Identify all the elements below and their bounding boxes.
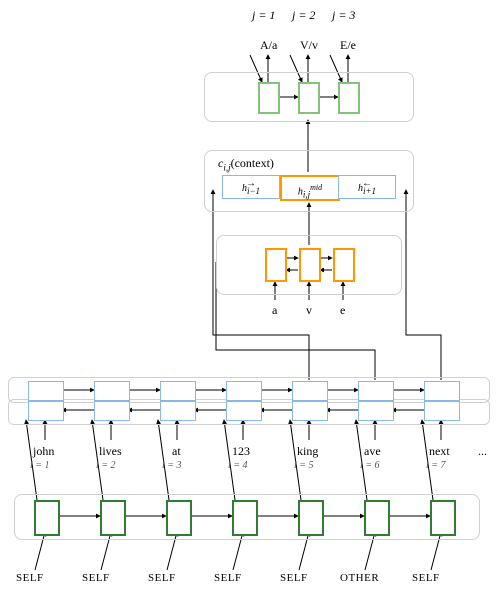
tag-6: OTHER [340, 572, 379, 584]
char-cell-2 [299, 248, 321, 282]
char-input-2: v [306, 303, 312, 318]
bilstm-bw-1 [28, 401, 64, 421]
bilstm-fw-7 [424, 381, 460, 401]
bilstm-bw-3 [160, 401, 196, 421]
decoder-cell-3 [338, 82, 360, 114]
tag-5: SELF [280, 572, 308, 584]
char-input-1: a [272, 303, 277, 318]
output-label-1: A/a [260, 38, 277, 53]
char-input-3: e [340, 303, 345, 318]
output-label-3: E/e [340, 38, 356, 53]
context-mid-cell: hi,jmid [280, 175, 340, 201]
bilstm-fw-5 [292, 381, 328, 401]
bilstm-fw-1 [28, 381, 64, 401]
char-cell-1 [265, 248, 287, 282]
tag-2: SELF [82, 572, 110, 584]
word-3: at [172, 444, 181, 459]
context-right-cell: ←hi+1 [338, 175, 396, 199]
bilstm-fw-4 [226, 381, 262, 401]
decoder-cell-1 [258, 82, 280, 114]
word-5: king [297, 444, 318, 459]
idx-2: i = 2 [96, 460, 116, 471]
word-6: ave [364, 444, 381, 459]
word-1: john [33, 444, 54, 459]
tag-cell-5 [298, 500, 324, 536]
bilstm-bw-2 [94, 401, 130, 421]
idx-4: i = 4 [228, 460, 248, 471]
context-left-cell: →hi−1 [222, 175, 280, 199]
idx-1: i = 1 [30, 460, 50, 471]
tag-cell-1 [34, 500, 60, 536]
bilstm-fw-2 [94, 381, 130, 401]
bilstm-bw-6 [358, 401, 394, 421]
idx-3: i = 3 [162, 460, 182, 471]
tag-7: SELF [412, 572, 440, 584]
bilstm-fw-6 [358, 381, 394, 401]
word-2: lives [99, 444, 122, 459]
tag-cell-6 [364, 500, 390, 536]
word-ellipsis: ... [478, 444, 487, 459]
bilstm-bw-7 [424, 401, 460, 421]
decoder-cell-2 [298, 82, 320, 114]
word-4: 123 [232, 444, 250, 459]
j-label-2: j = 2 [292, 8, 315, 23]
tag-4: SELF [214, 572, 242, 584]
tag-cell-7 [430, 500, 456, 536]
bilstm-bw-5 [292, 401, 328, 421]
idx-6: i = 6 [360, 460, 380, 471]
j-label-3: j = 3 [332, 8, 355, 23]
tag-cell-4 [232, 500, 258, 536]
idx-7: i = 7 [426, 460, 446, 471]
tag-3: SELF [148, 572, 176, 584]
tag-cell-3 [166, 500, 192, 536]
tag-cell-2 [100, 500, 126, 536]
char-cell-3 [333, 248, 355, 282]
j-label-1: j = 1 [252, 8, 275, 23]
context-title: ci,j(context) [218, 156, 274, 172]
output-label-2: V/v [300, 38, 318, 53]
tag-1: SELF [16, 572, 44, 584]
bilstm-fw-3 [160, 381, 196, 401]
idx-5: i = 5 [294, 460, 314, 471]
bilstm-bw-4 [226, 401, 262, 421]
word-7: next [429, 444, 450, 459]
